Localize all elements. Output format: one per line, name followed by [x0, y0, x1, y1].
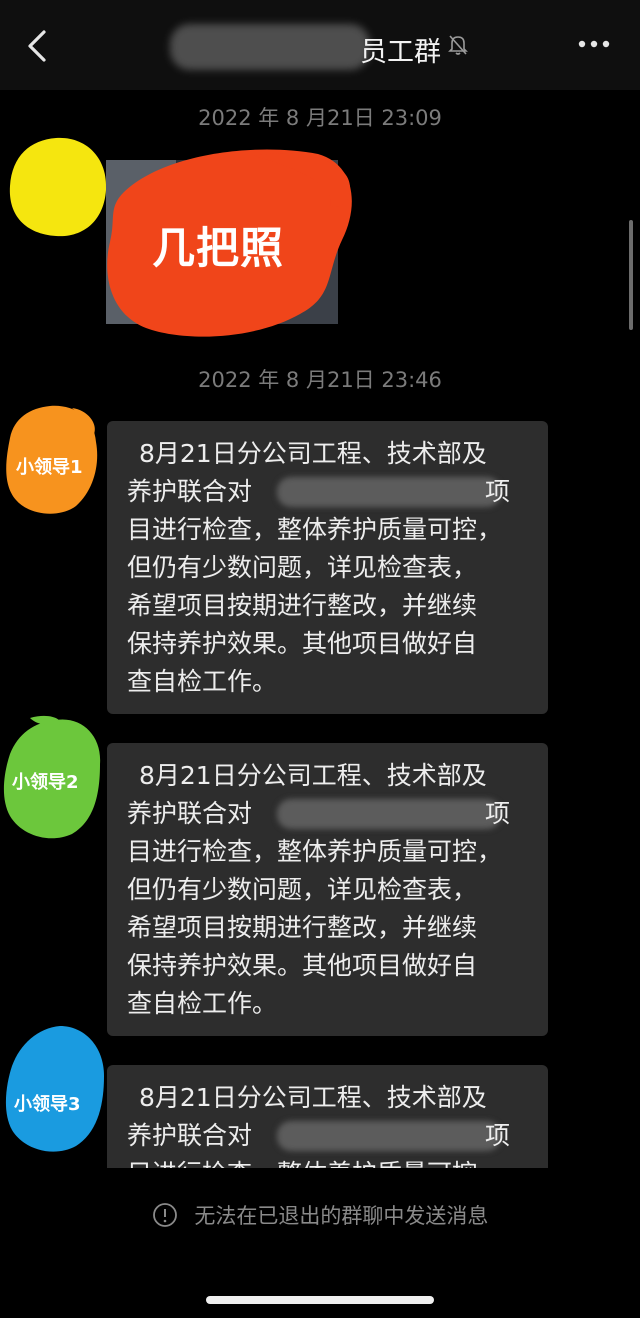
info-circle-icon — [152, 1203, 177, 1227]
redacted-project-name — [277, 1121, 501, 1151]
message-bubble[interactable]: 8月21日分公司工程、技术部及 养护联合对项 目进行检查，整体养护质量可控， 但… — [107, 743, 548, 1036]
avatar-label: 小领导1 — [16, 457, 83, 478]
avatar[interactable] — [4, 132, 112, 244]
timestamp: 2022 年 8 月21日 23:09 — [198, 106, 442, 130]
redacted-project-name — [277, 477, 501, 507]
message-line: 养护联合对项 — [127, 799, 511, 829]
message-line: 8月21日分公司工程、技术部及 — [139, 1083, 487, 1112]
page-title: 员工群 — [360, 37, 441, 68]
image-caption: 几把照 — [152, 224, 284, 274]
message-line: 但仍有少数问题，详见检查表， — [127, 875, 478, 904]
message-line: 查自检工作。 — [127, 989, 278, 1018]
message-line: 目进行检查，整体养护质量可控， — [127, 515, 503, 544]
timestamp: 2022 年 8 月21日 23:46 — [198, 368, 442, 392]
chevron-left-icon[interactable] — [20, 26, 56, 66]
avatar[interactable] — [0, 1020, 108, 1156]
left-group-notice: 无法在已退出的群聊中发送消息 — [0, 1200, 640, 1230]
message-line: 8月21日分公司工程、技术部及 — [139, 761, 487, 790]
notice-text: 无法在已退出的群聊中发送消息 — [194, 1204, 489, 1228]
bell-muted-icon — [448, 35, 468, 55]
message-line: 养护联合对项 — [127, 477, 511, 507]
redacted-project-name — [277, 799, 501, 829]
message-line: 养护联合对项 — [127, 1121, 511, 1151]
navigation-bar: 员工群 — [0, 0, 640, 90]
message-line: 保持养护效果。其他项目做好自 — [127, 629, 478, 658]
scrollbar[interactable] — [629, 220, 633, 330]
avatar-label: 小领导3 — [14, 1094, 81, 1115]
message-line: 但仍有少数问题，详见检查表， — [127, 553, 478, 582]
message-line: 8月21日分公司工程、技术部及 — [139, 439, 487, 468]
redacted-group-name — [170, 24, 370, 70]
avatar-label: 小领导2 — [12, 772, 79, 793]
message-line: 查自检工作。 — [127, 667, 278, 696]
message-line: 希望项目按期进行整改，并继续 — [127, 591, 478, 620]
more-dots-icon[interactable] — [574, 32, 614, 56]
message-line: 保持养护效果。其他项目做好自 — [127, 951, 478, 980]
message-bubble[interactable]: 8月21日分公司工程、技术部及 养护联合对项 目进行检查，整体养护质量可控， 但… — [107, 421, 548, 714]
chat-title: 员工群 — [170, 22, 480, 72]
home-indicator[interactable] — [206, 1296, 434, 1304]
message-line: 希望项目按期进行整改，并继续 — [127, 913, 478, 942]
message-line: 目进行检查，整体养护质量可控， — [127, 837, 503, 866]
